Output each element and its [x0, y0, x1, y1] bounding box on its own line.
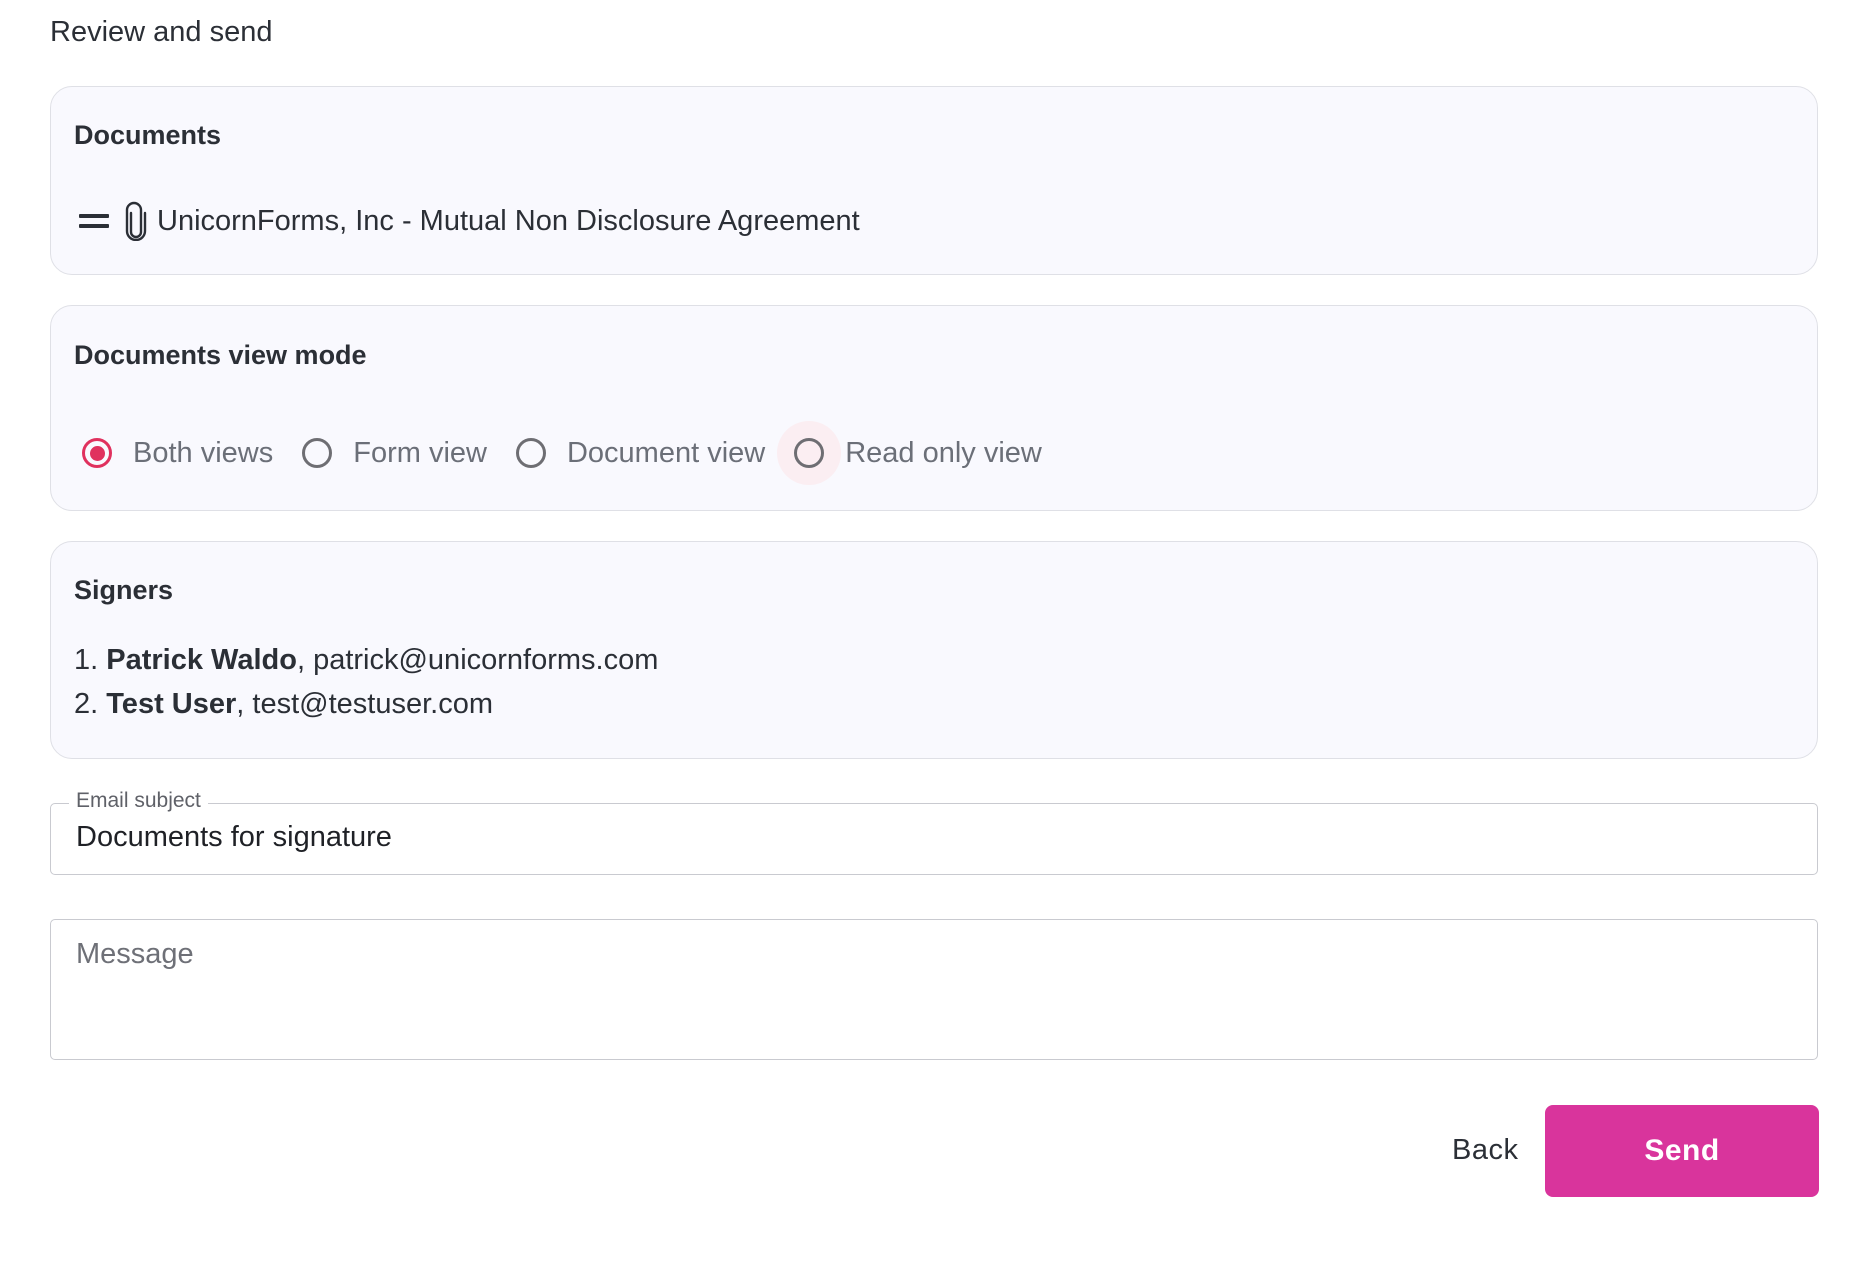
email-subject-label: Email subject — [69, 789, 208, 813]
radio-label: Document view — [566, 436, 766, 469]
radio-both-views[interactable]: Both views — [65, 421, 273, 485]
signer-index: 2. — [74, 688, 99, 720]
view-mode-radio-group: Both views Form view Document view Read … — [65, 421, 1054, 485]
signer-email: test@testuser.com — [252, 688, 493, 720]
email-subject-field: Email subject — [50, 789, 1818, 875]
email-subject-input[interactable] — [76, 821, 1776, 854]
signers-card: Signers 1. Patrick Waldo, patrick@unicor… — [50, 541, 1818, 759]
review-and-send-page: Review and send Documents UnicornForms, … — [0, 0, 1870, 1274]
page-title: Review and send — [50, 16, 273, 48]
signer-name: Patrick Waldo — [106, 644, 297, 676]
radio-label: Both views — [133, 436, 274, 469]
radio-read-only-view[interactable]: Read only view — [777, 421, 1042, 485]
back-button[interactable]: Back — [1440, 1120, 1530, 1180]
send-button[interactable]: Send — [1545, 1105, 1819, 1197]
paperclip-icon — [125, 201, 147, 241]
signer-item: 2. Test User, test@testuser.com — [74, 688, 493, 720]
documents-title: Documents — [74, 120, 222, 150]
radio-label: Form view — [353, 436, 487, 469]
signer-email: patrick@unicornforms.com — [313, 644, 659, 676]
radio-document-view[interactable]: Document view — [499, 421, 765, 485]
signer-index: 1. — [74, 644, 99, 676]
radio-unchecked-icon[interactable] — [515, 438, 546, 468]
radio-unchecked-icon[interactable] — [794, 438, 825, 468]
message-field — [50, 919, 1818, 1060]
document-name[interactable]: UnicornForms, Inc - Mutual Non Disclosur… — [157, 205, 860, 238]
radio-form-view[interactable]: Form view — [285, 421, 487, 485]
radio-label: Read only view — [845, 436, 1042, 469]
drag-handle-icon[interactable] — [79, 214, 109, 228]
document-item[interactable]: UnicornForms, Inc - Mutual Non Disclosur… — [79, 199, 860, 243]
radio-unchecked-icon[interactable] — [302, 438, 333, 468]
signer-name: Test User — [106, 688, 237, 720]
message-textarea[interactable] — [76, 938, 1776, 1038]
view-mode-title: Documents view mode — [74, 340, 367, 370]
view-mode-card: Documents view mode Both views Form view — [50, 305, 1818, 511]
signers-title: Signers — [74, 575, 174, 605]
documents-card: Documents UnicornForms, Inc - Mutual Non… — [50, 86, 1818, 275]
signer-item: 1. Patrick Waldo, patrick@unicornforms.c… — [74, 644, 659, 676]
radio-checked-icon[interactable] — [82, 438, 112, 468]
